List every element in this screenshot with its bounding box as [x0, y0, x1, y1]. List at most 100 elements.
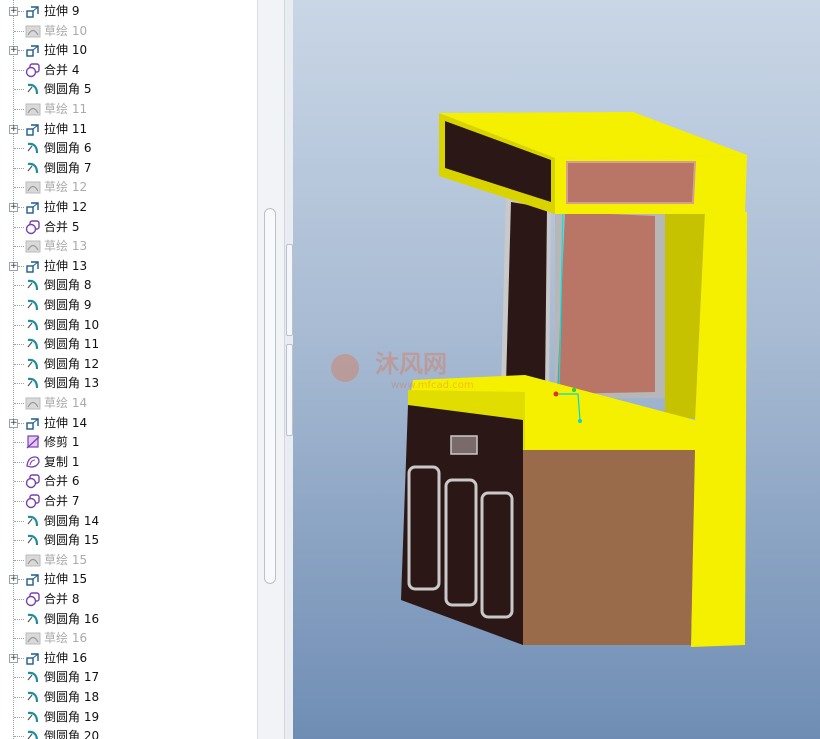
expand-toggle-icon[interactable]: + — [9, 7, 18, 16]
tree-item[interactable]: + 拉伸 14 — [0, 414, 257, 433]
tree-item-label: 拉伸 15 — [44, 572, 88, 587]
tree-item-label: 倒圆角 15 — [44, 533, 100, 548]
expand-toggle-icon[interactable]: + — [9, 575, 18, 585]
expand-toggle-icon[interactable]: + — [9, 418, 18, 428]
canopy-pink-sign — [566, 161, 697, 204]
tree-item-label: 倒圆角 10 — [44, 317, 100, 332]
tree-branch-line — [14, 324, 24, 326]
tree-branch-line — [14, 501, 24, 502]
tree-branch-line — [14, 305, 24, 306]
tree-item[interactable]: 倒圆角 9 — [0, 296, 257, 315]
sketch-icon — [25, 630, 41, 646]
extrude-icon — [25, 199, 41, 215]
round-icon — [25, 336, 41, 352]
trim-icon — [25, 434, 41, 450]
tree-item-label: 倒圆角 18 — [44, 690, 100, 704]
sash-collapse-handle-top[interactable] — [286, 244, 293, 336]
tree-item[interactable]: 草绘 12 — [0, 178, 257, 197]
round-icon — [25, 669, 41, 685]
tree-item[interactable]: 倒圆角 18 — [0, 688, 257, 707]
graphics-viewport[interactable]: 沐风网 www.mfcad.com — [293, 0, 820, 739]
tree-item[interactable]: 倒圆角 7 — [0, 159, 257, 178]
tree-item[interactable]: 草绘 16 — [0, 629, 257, 648]
watermark-url: www.mfcad.com — [391, 380, 474, 391]
tree-item[interactable]: + 拉伸 13 — [0, 257, 257, 276]
expand-toggle-icon[interactable]: + — [9, 46, 18, 56]
expand-toggle-icon[interactable]: + — [9, 261, 18, 271]
tree-item[interactable]: 修剪 1 — [0, 433, 257, 452]
tree-item-label: 草绘 14 — [44, 396, 88, 410]
tree-item[interactable]: 倒圆角 20 — [0, 727, 257, 739]
round-icon — [25, 140, 41, 156]
left-tall-dark-panel — [506, 202, 547, 392]
round-icon — [25, 81, 41, 97]
tree-item[interactable]: 倒圆角 19 — [0, 708, 257, 727]
watermark-logo: 沐风网 www.mfcad.com — [331, 350, 474, 391]
tree-item-label: 倒圆角 14 — [44, 513, 100, 528]
tree-branch-line — [14, 520, 24, 522]
tree-item[interactable]: 倒圆角 11 — [0, 335, 257, 354]
extrude-icon — [25, 415, 41, 431]
tree-item[interactable]: 合并 5 — [0, 218, 257, 237]
tree-item[interactable]: 倒圆角 14 — [0, 512, 257, 531]
tree-item[interactable]: 草绘 15 — [0, 551, 257, 570]
sash-bar[interactable] — [284, 0, 293, 739]
tree-branch-line — [14, 618, 24, 620]
round-icon — [25, 317, 41, 333]
tree-item[interactable]: 倒圆角 15 — [0, 531, 257, 550]
tree-item[interactable]: 草绘 13 — [0, 237, 257, 256]
sketch-icon — [25, 395, 41, 411]
tree-item[interactable]: 倒圆角 8 — [0, 276, 257, 295]
model-tree: + 拉伸 9 草绘 10 + 拉伸 10 合并 4 倒圆角 5 草绘 11 + 拉伸 11 倒圆角 … — [0, 0, 257, 739]
round-icon — [25, 160, 41, 176]
merge-icon — [25, 62, 41, 78]
lower-panel-2 — [444, 478, 478, 607]
tree-item[interactable]: 合并 8 — [0, 590, 257, 609]
tree-item[interactable]: 倒圆角 12 — [0, 355, 257, 374]
tree-branch-line — [14, 697, 24, 698]
tree-item[interactable]: 合并 6 — [0, 472, 257, 491]
watermark-title: 沐风网 — [375, 350, 447, 378]
tree-item[interactable]: 草绘 11 — [0, 100, 257, 119]
tree-item[interactable]: 倒圆角 6 — [0, 139, 257, 158]
sash-collapse-handle-bottom[interactable] — [286, 344, 293, 436]
tree-branch-line — [14, 344, 24, 346]
tree-branch-line — [14, 599, 24, 600]
tree-item[interactable]: 倒圆角 13 — [0, 374, 257, 393]
tree-item[interactable]: + 拉伸 16 — [0, 649, 257, 668]
tree-item[interactable]: + 拉伸 15 — [0, 570, 257, 589]
expand-toggle-icon[interactable]: + — [9, 203, 18, 212]
tree-branch-line — [14, 716, 24, 718]
tree-branch-line — [14, 638, 24, 640]
tree-item[interactable]: 合并 7 — [0, 492, 257, 511]
tree-scrollbar[interactable] — [262, 0, 276, 739]
extrude-icon — [25, 571, 41, 587]
tree-scrollbar-thumb[interactable] — [264, 208, 276, 584]
tree-item[interactable]: + 拉伸 11 — [0, 120, 257, 139]
axis-origin-marker — [553, 391, 559, 397]
extrude-icon — [25, 650, 41, 666]
tree-item[interactable]: 倒圆角 17 — [0, 668, 257, 687]
tree-branch-line — [14, 403, 24, 404]
tree-item-label: 拉伸 16 — [44, 650, 88, 665]
tree-branch-line — [18, 657, 24, 659]
tree-branch-line — [14, 285, 24, 287]
expand-toggle-icon[interactable]: + — [9, 124, 18, 134]
tree-item[interactable]: 合并 4 — [0, 61, 257, 80]
tree-item[interactable]: 倒圆角 5 — [0, 80, 257, 99]
expand-toggle-icon[interactable]: + — [9, 653, 18, 663]
tree-item[interactable]: + 拉伸 9 — [0, 2, 257, 21]
tree-item[interactable]: 草绘 10 — [0, 22, 257, 41]
tree-branch-line — [14, 69, 24, 71]
tree-item[interactable]: + 拉伸 12 — [0, 198, 257, 217]
tree-item-label: 倒圆角 9 — [44, 298, 92, 312]
tree-item[interactable]: 复制 1 — [0, 453, 257, 472]
tree-item[interactable]: + 拉伸 10 — [0, 41, 257, 60]
tree-item-label: 草绘 16 — [44, 631, 88, 646]
back-pink-panel — [557, 212, 655, 394]
tree-item[interactable]: 倒圆角 10 — [0, 316, 257, 335]
tree-item[interactable]: 倒圆角 16 — [0, 610, 257, 629]
tree-branch-line — [14, 30, 24, 32]
tree-branch-line — [18, 265, 24, 267]
tree-item[interactable]: 草绘 14 — [0, 394, 257, 413]
